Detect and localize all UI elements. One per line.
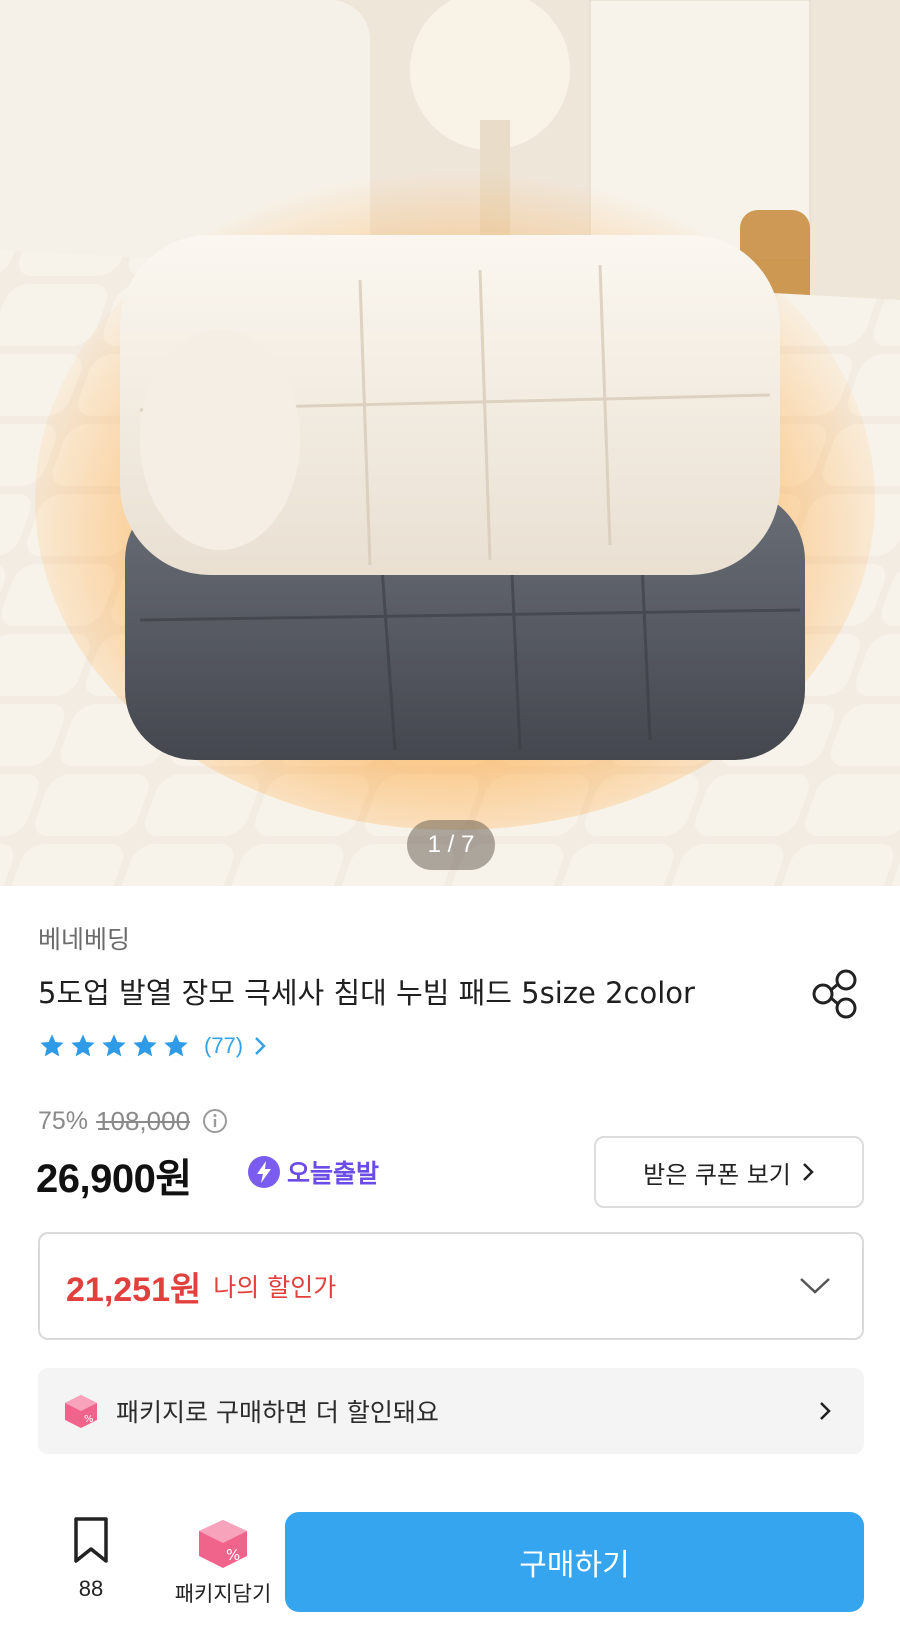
star-icon (164, 1034, 188, 1057)
share-icon (812, 969, 857, 1019)
sale-price: 26,900원 (36, 1157, 192, 1201)
product-photo (0, 0, 900, 886)
image-counter: 1 / 7 (407, 820, 495, 870)
chevron-right-icon (802, 1163, 814, 1181)
chevron-right-icon (820, 1402, 831, 1420)
share-button[interactable] (808, 966, 864, 1022)
product-image-gallery[interactable]: 1 / 7 (0, 0, 900, 886)
original-price: 108,000 (96, 1105, 191, 1136)
package-discount-banner[interactable]: % 패키지로 구매하면 더 할인돼요 (38, 1368, 864, 1454)
brand-name[interactable]: 베네베딩 (38, 920, 130, 956)
package-box-icon: % (199, 1520, 247, 1568)
bookmark-count: 88 (78, 1576, 104, 1601)
view-coupons-label: 받은 쿠폰 보기 (643, 1160, 791, 1189)
package-box-icon: % (65, 1395, 97, 1428)
bookmark-button[interactable]: 88 (56, 1516, 126, 1616)
today-shipping-label: 오늘출발 (287, 1159, 380, 1188)
info-icon[interactable] (202, 1108, 228, 1134)
discount-row: 75% 108,000 (38, 1104, 228, 1138)
chevron-right-icon (255, 1037, 266, 1055)
lightning-icon (248, 1156, 280, 1188)
view-coupons-button[interactable]: 받은 쿠폰 보기 (594, 1136, 864, 1208)
my-discount-label: 나의 할인가 (213, 1273, 337, 1302)
star-icon (71, 1034, 95, 1057)
today-shipping-badge: 오늘출발 (247, 1154, 379, 1190)
star-icon (102, 1034, 126, 1057)
package-cart-label: 패키지담기 (174, 1582, 272, 1606)
review-count[interactable]: (77) (204, 1033, 243, 1059)
package-banner-text: 패키지로 구매하면 더 할인돼요 (116, 1398, 439, 1427)
product-title: 5도업 발열 장모 극세사 침대 누빔 패드 5size 2color (38, 976, 695, 1010)
star-rating (38, 1032, 190, 1060)
package-cart-button[interactable]: % 패키지담기 (158, 1516, 288, 1608)
chevron-down-icon (800, 1278, 830, 1294)
star-icon (40, 1034, 64, 1057)
my-discount-dropdown[interactable]: 21,251원 나의 할인가 (38, 1232, 864, 1340)
my-discount-price: 21,251원 (66, 1270, 202, 1309)
discount-rate: 75% (38, 1106, 89, 1135)
svg-text:%: % (84, 1414, 94, 1425)
buy-button[interactable]: 구매하기 (285, 1512, 864, 1612)
svg-text:%: % (226, 1546, 240, 1564)
star-icon (133, 1034, 157, 1057)
rating-summary[interactable]: (77) (38, 1026, 267, 1066)
bookmark-icon (74, 1517, 108, 1563)
